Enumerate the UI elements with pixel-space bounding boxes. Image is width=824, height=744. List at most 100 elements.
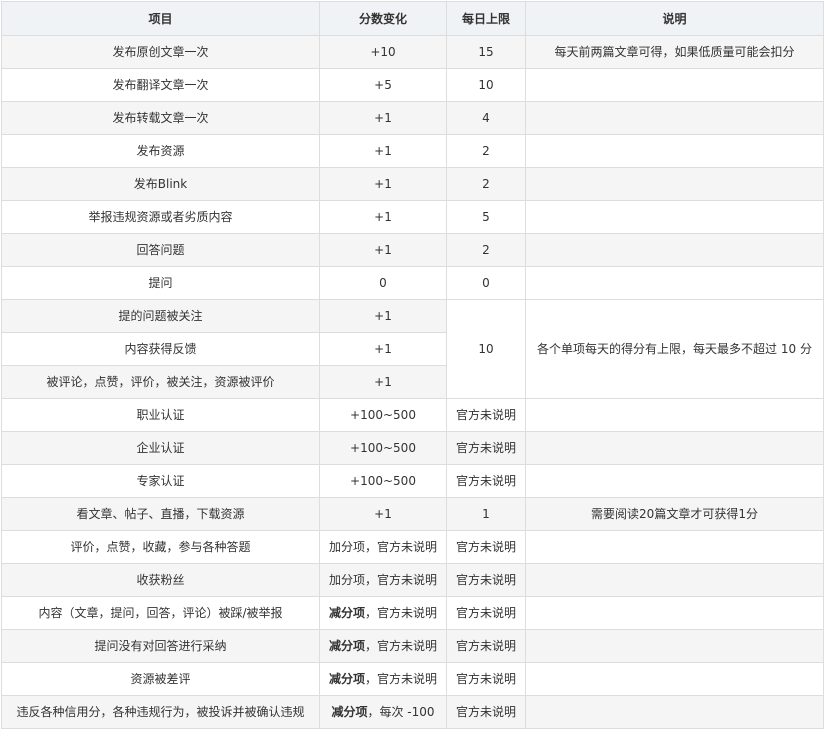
cell-score: 减分项，官方未说明: [319, 596, 447, 630]
table-row: 发布原创文章一次 +10 15 每天前两篇文章可得，如果低质量可能会扣分: [1, 35, 824, 69]
cell-item: 被评论，点赞，评价，被关注，资源被评价: [1, 365, 320, 399]
cell-limit: 5: [446, 200, 526, 234]
cell-item: 企业认证: [1, 431, 320, 465]
cell-limit: 官方未说明: [446, 530, 526, 564]
cell-score: 加分项，官方未说明: [319, 530, 447, 564]
cell-item: 评价，点赞，收藏，参与各种答题: [1, 530, 320, 564]
cell-item: 违反各种信用分，各种违规行为，被投诉并被确认违规: [1, 695, 320, 729]
cell-score: +1: [319, 233, 447, 267]
cell-limit: 2: [446, 134, 526, 168]
table-row: 发布资源 +1 2: [1, 134, 824, 168]
score-detail: ，官方未说明: [365, 672, 438, 686]
table-row: 收获粉丝 加分项，官方未说明 官方未说明: [1, 563, 824, 597]
table-row: 资源被差评 减分项，官方未说明 官方未说明: [1, 662, 824, 696]
cell-score: +1: [319, 101, 447, 135]
cell-limit: 2: [446, 167, 526, 201]
cell-score: +100~500: [319, 431, 447, 465]
table-row: 回答问题 +1 2: [1, 233, 824, 267]
cell-item: 收获粉丝: [1, 563, 320, 597]
cell-limit-merged: 10: [446, 299, 526, 399]
cell-score: 减分项，官方未说明: [319, 629, 447, 663]
header-score-change: 分数变化: [319, 1, 447, 36]
cell-note: [525, 695, 824, 729]
cell-note: [525, 464, 824, 498]
cell-item: 职业认证: [1, 398, 320, 432]
table-row: 企业认证 +100~500 官方未说明: [1, 431, 824, 465]
cell-note: 每天前两篇文章可得，如果低质量可能会扣分: [525, 35, 824, 69]
header-item: 项目: [1, 1, 320, 36]
cell-score: +1: [319, 167, 447, 201]
cell-limit: 15: [446, 35, 526, 69]
cell-item: 发布翻译文章一次: [1, 68, 320, 102]
score-detail: ，官方未说明: [365, 606, 438, 620]
cell-note: [525, 563, 824, 597]
cell-note: 需要阅读20篇文章才可获得1分: [525, 497, 824, 531]
table-row: 专家认证 +100~500 官方未说明: [1, 464, 824, 498]
cell-note: [525, 167, 824, 201]
table-row: 内容（文章，提问，回答，评论）被踩/被举报 减分项，官方未说明 官方未说明: [1, 596, 824, 630]
cell-note-merged: 各个单项每天的得分有上限，每天最多不超过 10 分: [525, 299, 824, 399]
deduction-label: 减分项: [328, 639, 365, 653]
cell-limit: 官方未说明: [446, 695, 526, 729]
cell-score: 0: [319, 266, 447, 300]
cell-score: +1: [319, 299, 447, 333]
cell-score: 减分项，官方未说明: [319, 662, 447, 696]
cell-limit: 官方未说明: [446, 464, 526, 498]
cell-limit: 官方未说明: [446, 398, 526, 432]
cell-score: +1: [319, 200, 447, 234]
cell-item: 提的问题被关注: [1, 299, 320, 333]
table-row: 评价，点赞，收藏，参与各种答题 加分项，官方未说明 官方未说明: [1, 530, 824, 564]
cell-item: 发布资源: [1, 134, 320, 168]
deduction-label: 减分项: [331, 705, 368, 719]
cell-limit: 2: [446, 233, 526, 267]
cell-score: +5: [319, 68, 447, 102]
cell-item: 发布转载文章一次: [1, 101, 320, 135]
score-detail: ，每次 -100: [367, 705, 435, 719]
cell-item: 内容（文章，提问，回答，评论）被踩/被举报: [1, 596, 320, 630]
header-daily-limit: 每日上限: [446, 1, 526, 36]
cell-limit: 官方未说明: [446, 629, 526, 663]
table-row: 违反各种信用分，各种违规行为，被投诉并被确认违规 减分项，每次 -100 官方未…: [1, 695, 824, 729]
cell-score: +10: [319, 35, 447, 69]
cell-score: +1: [319, 134, 447, 168]
cell-score: +1: [319, 497, 447, 531]
cell-note: [525, 629, 824, 663]
cell-limit: 0: [446, 266, 526, 300]
table-row: 举报违规资源或者劣质内容 +1 5: [1, 200, 824, 234]
cell-item: 回答问题: [1, 233, 320, 267]
table-row: 发布Blink +1 2: [1, 167, 824, 201]
cell-score: +100~500: [319, 464, 447, 498]
table-row: 提的问题被关注 +1 10 各个单项每天的得分有上限，每天最多不超过 10 分: [1, 299, 824, 399]
cell-item: 提问: [1, 266, 320, 300]
cell-item: 举报违规资源或者劣质内容: [1, 200, 320, 234]
cell-score: +1: [319, 365, 447, 399]
cell-score: +1: [319, 332, 447, 366]
cell-note: [525, 596, 824, 630]
cell-limit: 1: [446, 497, 526, 531]
cell-note: [525, 662, 824, 696]
cell-limit: 官方未说明: [446, 431, 526, 465]
cell-note: [525, 233, 824, 267]
table-row: 发布转载文章一次 +1 4: [1, 101, 824, 135]
table-row: 发布翻译文章一次 +5 10: [1, 68, 824, 102]
cell-score: 减分项，每次 -100: [319, 695, 447, 729]
cell-note: [525, 266, 824, 300]
cell-item: 发布Blink: [1, 167, 320, 201]
deduction-label: 减分项: [328, 606, 365, 620]
cell-limit: 官方未说明: [446, 662, 526, 696]
cell-item: 内容获得反馈: [1, 332, 320, 366]
cell-note: [525, 200, 824, 234]
cell-item: 资源被差评: [1, 662, 320, 696]
cell-note: [525, 68, 824, 102]
cell-score: 加分项，官方未说明: [319, 563, 447, 597]
header-description: 说明: [525, 1, 824, 36]
cell-note: [525, 101, 824, 135]
cell-item: 提问没有对回答进行采纳: [1, 629, 320, 663]
cell-score: +100~500: [319, 398, 447, 432]
deduction-label: 减分项: [328, 672, 365, 686]
cell-note: [525, 134, 824, 168]
table-row: 职业认证 +100~500 官方未说明: [1, 398, 824, 432]
table-row: 提问没有对回答进行采纳 减分项，官方未说明 官方未说明: [1, 629, 824, 663]
score-detail: ，官方未说明: [365, 639, 438, 653]
table-row: 看文章、帖子、直播，下载资源 +1 1 需要阅读20篇文章才可获得1分: [1, 497, 824, 531]
